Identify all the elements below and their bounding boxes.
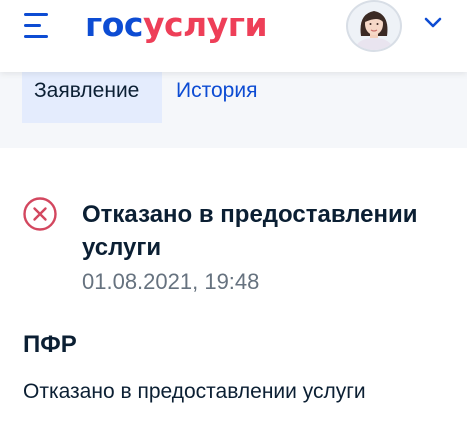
chevron-down-icon[interactable]	[424, 17, 442, 29]
status-title: Отказано в предоставлении услуги	[82, 201, 418, 261]
gosuslugi-logo[interactable]: госуслуги	[85, 0, 268, 50]
user-avatar-image	[354, 11, 394, 50]
status-timestamp: 01.08.2021, 19:48	[82, 269, 260, 294]
burger-menu-icon[interactable]	[24, 13, 51, 39]
app-header: госуслуги	[0, 0, 467, 72]
organization-status-text: Отказано в предоставлении услуги	[23, 380, 366, 403]
organization-name: ПФР	[23, 331, 77, 358]
tab-history[interactable]: История	[176, 72, 257, 123]
error-circle-icon	[23, 197, 57, 231]
user-avatar[interactable]	[346, 0, 402, 52]
tabs-bar: Заявление История	[0, 72, 467, 148]
tab-application[interactable]: Заявление	[22, 72, 162, 123]
main-content: Отказано в предоставлении услуги 01.08.2…	[0, 148, 467, 426]
logo-part-gos: гос	[85, 5, 143, 44]
logo-part-uslugi: услуги	[142, 5, 268, 44]
